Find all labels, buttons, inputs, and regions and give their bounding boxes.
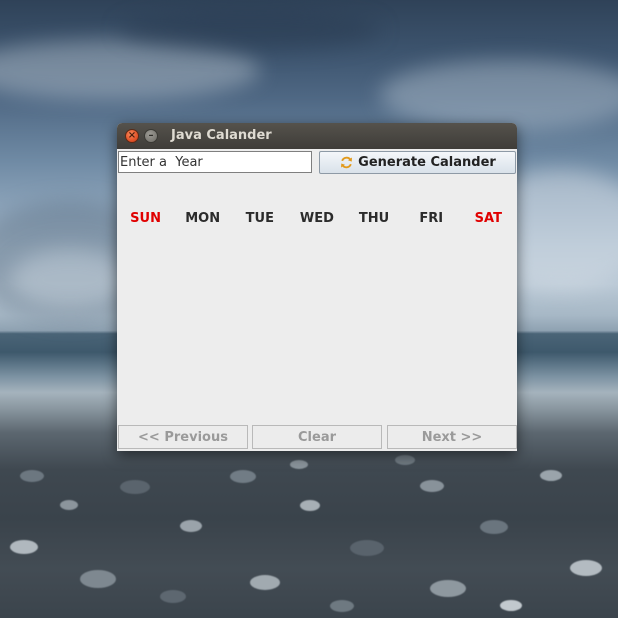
window-title: Java Calander — [171, 128, 272, 143]
next-button[interactable]: Next >> — [387, 425, 517, 449]
window-titlebar[interactable]: × – Java Calander — [117, 123, 517, 149]
calendar-window: × – Java Calander Generate Calander SUN … — [117, 123, 517, 451]
generate-calendar-button[interactable]: Generate Calander — [319, 151, 516, 174]
refresh-icon — [341, 156, 353, 169]
weekday-label: MON — [185, 211, 221, 226]
minimize-window-button[interactable]: – — [144, 129, 158, 143]
weekday-label: FRI — [419, 211, 444, 226]
minimize-icon: – — [148, 130, 154, 141]
close-window-button[interactable]: × — [125, 129, 139, 143]
weekday-label: THU — [358, 211, 390, 226]
clear-button[interactable]: Clear — [252, 425, 382, 449]
weekday-label: TUE — [245, 211, 274, 226]
year-input[interactable] — [118, 151, 312, 173]
weekday-label: WED — [299, 211, 334, 226]
weekday-label: SUN — [130, 211, 161, 226]
previous-button[interactable]: << Previous — [118, 425, 248, 449]
calendar-grid — [117, 231, 517, 421]
weekday-label: SAT — [474, 211, 502, 226]
weekday-header: SUN MON TUE WED THU FRI SAT — [117, 211, 517, 229]
close-icon: × — [127, 130, 137, 141]
generate-calendar-label: Generate Calander — [358, 155, 496, 170]
